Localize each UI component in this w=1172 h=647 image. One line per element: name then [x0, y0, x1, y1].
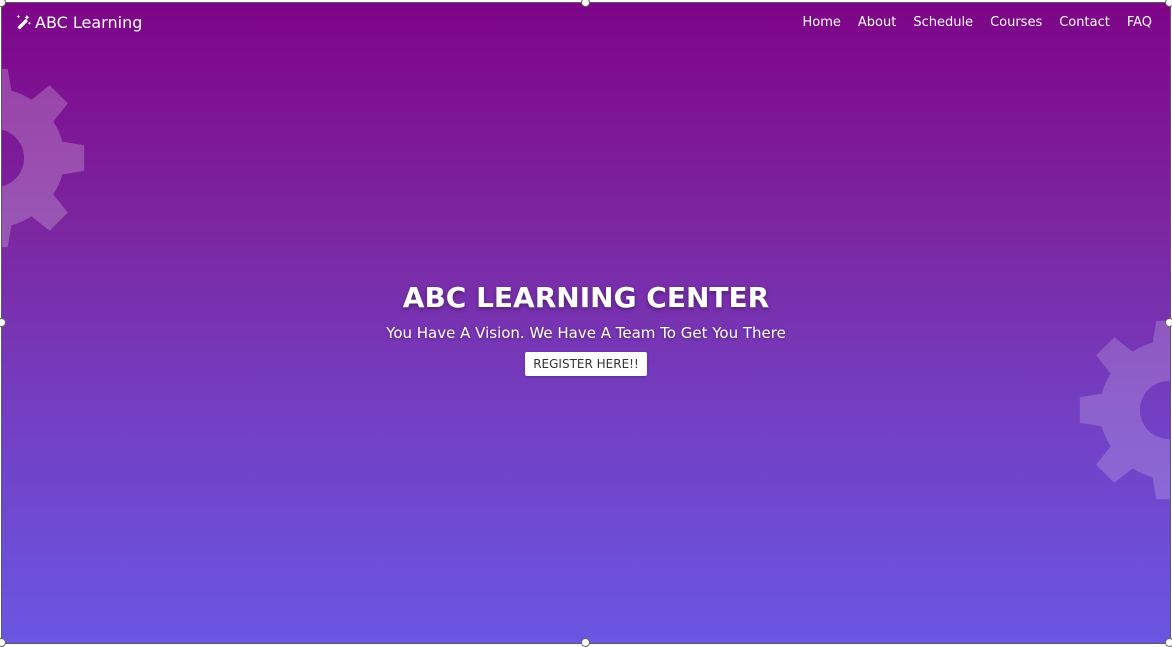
- nav-item-schedule[interactable]: Schedule: [913, 15, 973, 30]
- gear-icon: [2, 68, 85, 248]
- nav-item-courses[interactable]: Courses: [990, 15, 1042, 30]
- hero-section: ABC LEARNING CENTER You Have A Vision. W…: [2, 281, 1170, 376]
- resize-handle-middle-right[interactable]: [1165, 318, 1172, 327]
- top-navbar: ABC Learning Home About Schedule Courses…: [2, 3, 1170, 43]
- magic-wand-icon: [16, 14, 31, 30]
- nav-item-contact[interactable]: Contact: [1059, 15, 1110, 30]
- nav-menu: Home About Schedule Courses Contact FAQ: [785, 15, 1152, 30]
- nav-item-home[interactable]: Home: [802, 15, 840, 30]
- brand-link[interactable]: ABC Learning: [15, 13, 142, 32]
- brand-name: ABC Learning: [35, 13, 143, 32]
- resize-handle-top-right[interactable]: [1165, 0, 1172, 7]
- resize-handle-bottom-left[interactable]: [0, 638, 6, 647]
- register-button[interactable]: REGISTER HERE!!: [525, 352, 647, 376]
- hero-title: ABC LEARNING CENTER: [402, 281, 770, 314]
- nav-item-faq[interactable]: FAQ: [1127, 15, 1152, 30]
- page-frame: ABC Learning Home About Schedule Courses…: [1, 2, 1171, 644]
- resize-handle-bottom-center[interactable]: [581, 638, 590, 647]
- resize-handle-bottom-right[interactable]: [1165, 638, 1172, 647]
- hero-tagline: You Have A Vision. We Have A Team To Get…: [386, 324, 786, 342]
- nav-item-about[interactable]: About: [858, 15, 896, 30]
